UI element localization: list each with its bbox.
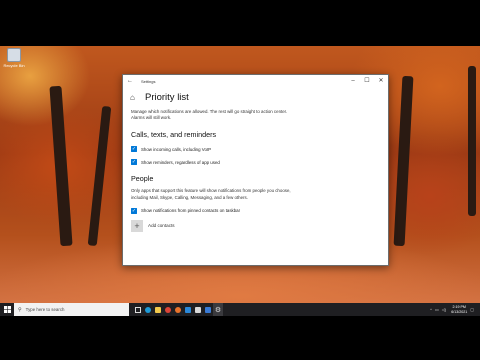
app-title: Settings	[141, 78, 156, 84]
store-icon[interactable]	[193, 303, 203, 316]
minimize-icon[interactable]: –	[346, 75, 360, 87]
taskbar: ⚲ Type here to search ⚙ ^ ▭ ◁) 2:19 PM 6…	[0, 303, 480, 316]
add-contacts-button[interactable]: + Add contacts	[131, 219, 380, 232]
plus-icon: +	[131, 219, 143, 232]
recycle-bin-label: Recycle Bin	[3, 63, 25, 68]
window-titlebar: ← Settings – ☐ ✕	[123, 75, 388, 87]
recycle-bin-icon	[7, 48, 21, 62]
checkbox-checked-icon[interactable]: ✓	[131, 159, 137, 166]
tree-trunk	[87, 105, 112, 247]
windows-logo-icon	[3, 306, 11, 313]
pinned-apps: ⚙	[133, 303, 223, 316]
reminders-checkbox-row[interactable]: ✓ Show reminders, regardless of app used	[131, 159, 380, 166]
checkbox-checked-icon[interactable]: ✓	[131, 146, 137, 153]
tree-trunk	[49, 85, 73, 247]
start-button[interactable]	[0, 303, 14, 316]
task-view-icon[interactable]	[133, 303, 143, 316]
page-title: Priority list	[145, 92, 189, 103]
firefox-icon[interactable]	[173, 303, 183, 316]
mail-icon[interactable]	[183, 303, 193, 316]
window-controls: – ☐ ✕	[346, 75, 388, 87]
checkbox-label: Show incoming calls, including VoIP	[141, 146, 212, 152]
settings-icon[interactable]: ⚙	[213, 303, 223, 316]
search-placeholder: Type here to search	[25, 307, 65, 312]
photos-icon[interactable]	[203, 303, 213, 316]
maximize-icon[interactable]: ☐	[360, 75, 374, 87]
clock-date: 6/13/2021	[451, 309, 468, 314]
network-icon[interactable]: ▭	[435, 307, 439, 312]
checkbox-checked-icon[interactable]: ✓	[131, 207, 137, 214]
incoming-calls-checkbox-row[interactable]: ✓ Show incoming calls, including VoIP	[131, 146, 380, 153]
section-title-calls: Calls, texts, and reminders	[131, 130, 217, 140]
home-icon[interactable]: ⌂	[130, 93, 142, 102]
add-contacts-label: Add contacts	[148, 223, 175, 229]
clock[interactable]: 2:19 PM 6/13/2021	[451, 305, 467, 314]
clock-time: 2:19 PM	[452, 305, 466, 310]
section-title-people: People	[131, 174, 154, 184]
page-description: Manage which notifications are allowed. …	[131, 109, 288, 121]
edge-icon[interactable]	[143, 303, 153, 316]
tree-trunk	[393, 75, 414, 247]
search-icon: ⚲	[18, 306, 22, 313]
volume-icon[interactable]: ◁)	[442, 307, 446, 312]
chrome-icon[interactable]	[163, 303, 173, 316]
taskbar-search-box[interactable]: ⚲ Type here to search	[14, 303, 129, 316]
chevron-up-icon[interactable]: ^	[430, 307, 432, 312]
page-header: ⌂ Priority list	[123, 92, 388, 103]
checkbox-label: Show reminders, regardless of app used	[141, 159, 220, 165]
close-icon[interactable]: ✕	[374, 75, 388, 87]
file-explorer-icon[interactable]	[153, 303, 163, 316]
back-arrow-icon[interactable]: ←	[123, 78, 137, 84]
tree-trunk	[468, 66, 476, 216]
system-tray: ^ ▭ ◁) 2:19 PM 6/13/2021 ▢	[427, 305, 480, 314]
settings-window: ← Settings – ☐ ✕ ⌂ Priority list Manage …	[122, 74, 389, 266]
pinned-contacts-checkbox-row[interactable]: ✓ Show notifications from pinned contact…	[131, 207, 380, 214]
people-description: Only apps that support this feature will…	[131, 188, 291, 200]
settings-content: Manage which notifications are allowed. …	[123, 109, 388, 232]
recycle-bin-shortcut[interactable]: Recycle Bin	[3, 48, 25, 68]
checkbox-label: Show notifications from pinned contacts …	[141, 208, 241, 214]
notifications-icon[interactable]: ▢	[470, 307, 474, 312]
